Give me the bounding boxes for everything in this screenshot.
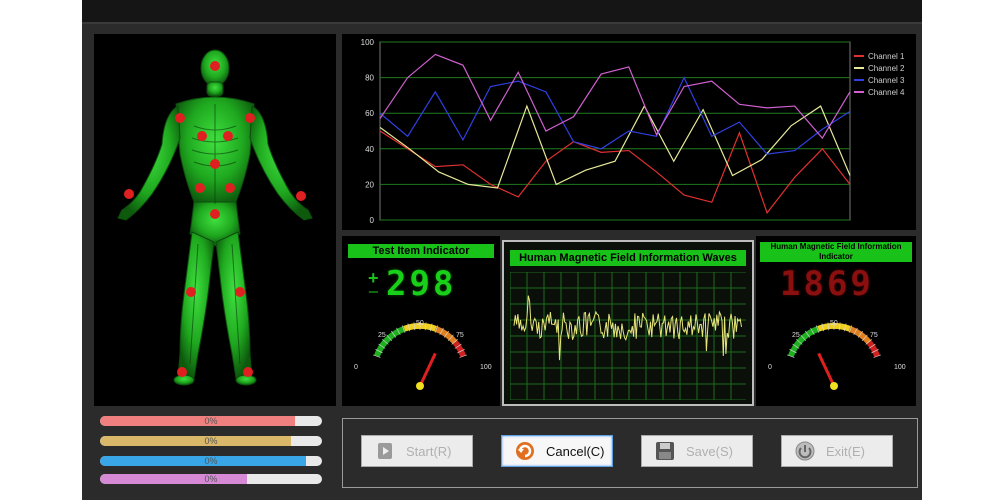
acupoint-marker [195, 183, 205, 193]
gauge-label-0: 0 [354, 364, 358, 371]
level-bar-label: 0% [204, 436, 218, 446]
acupoint-marker [245, 113, 255, 123]
gauge-label-25: 25 [792, 332, 800, 339]
test-item-indicator-panel: Test Item Indicator + − 298 0 25 50 75 1… [342, 236, 500, 406]
y-tick-label: 0 [370, 216, 375, 225]
y-tick-label: 100 [361, 38, 375, 47]
y-tick-label: 20 [365, 180, 374, 189]
acupoint-marker [197, 131, 207, 141]
gauge-label-25: 25 [378, 332, 386, 339]
action-button-bar: Start(R) Cancel(C) Save(S) Exit(E) [342, 418, 918, 488]
acupoint-marker [175, 113, 185, 123]
gauge-arc [866, 340, 881, 358]
minus-sign: − [368, 282, 379, 302]
gauge-pivot [830, 382, 838, 390]
gauge-label-0: 0 [768, 364, 772, 371]
magnetic-field-info-indicator-panel: Human Magnetic Field Information Indicat… [756, 236, 916, 406]
waveform-display [510, 272, 746, 400]
magnetic-field-waves-panel: Human Magnetic Field Information Waves [502, 240, 754, 406]
acupoint-marker [243, 367, 253, 377]
exit-button-label: Exit(E) [826, 443, 865, 459]
gauge-label-75: 75 [870, 332, 878, 339]
gauge-label-75: 75 [456, 332, 464, 339]
save-button-label: Save(S) [686, 443, 733, 459]
level-bar-label: 0% [204, 456, 218, 466]
cancel-icon [514, 440, 536, 462]
y-tick-label: 80 [365, 74, 374, 83]
exit-icon [794, 440, 816, 462]
gauge-needle [817, 352, 836, 387]
cancel-button-label: Cancel(C) [546, 443, 605, 459]
level-bars: 0% 0% 0% 0% [94, 410, 336, 490]
info-indicator-gauge [786, 322, 882, 390]
acupoint-marker [124, 189, 134, 199]
waves-title: Human Magnetic Field Information Waves [510, 250, 746, 266]
window-top-bar [82, 0, 922, 24]
acupoint-marker [223, 131, 233, 141]
plot-area [379, 41, 851, 221]
channel-line-chart-panel: 0 20 40 60 80 100 Channel 1 Channel 2 Channel 3 C… [342, 34, 916, 230]
y-tick-label: 40 [365, 145, 374, 154]
y-tick-label: 60 [365, 109, 374, 118]
acupoint-marker [210, 159, 220, 169]
gauge-label-50: 50 [830, 320, 838, 327]
level-bar-4[interactable]: 0% [100, 474, 322, 484]
gauge-pivot [416, 382, 424, 390]
level-bar-3[interactable]: 0% [100, 456, 322, 466]
save-icon [654, 440, 676, 462]
legend-label: Channel 2 [868, 64, 905, 73]
app-window: 0 20 40 60 80 100 Channel 1 Channel 2 Channel 3 C… [82, 0, 922, 500]
test-item-title: Test Item Indicator [348, 244, 494, 258]
wave-trace [513, 295, 742, 361]
start-button[interactable]: Start(R) [361, 435, 473, 467]
level-bar-label: 0% [204, 416, 218, 426]
cancel-button[interactable]: Cancel(C) [501, 435, 613, 467]
legend-label: Channel 4 [868, 88, 905, 97]
save-button[interactable]: Save(S) [641, 435, 753, 467]
level-bar-label: 0% [204, 474, 218, 484]
gauge-arc [452, 340, 467, 358]
legend-label: Channel 1 [868, 52, 905, 61]
acupoint-marker [186, 287, 196, 297]
legend-label: Channel 3 [868, 76, 905, 85]
acupoint-marker [210, 61, 220, 71]
info-indicator-title: Human Magnetic Field Information Indicat… [760, 242, 912, 262]
body-figure-panel [94, 34, 336, 406]
gauge-label-100: 100 [894, 364, 906, 371]
gauge-label-50: 50 [416, 320, 424, 327]
acupoint-marker [177, 367, 187, 377]
acupoint-marker [225, 183, 235, 193]
acupoint-marker [235, 287, 245, 297]
channel-line-chart: 0 20 40 60 80 100 Channel 1 Channel 2 Channel 3 C… [361, 38, 905, 225]
start-button-label: Start(R) [406, 443, 452, 459]
exit-button[interactable]: Exit(E) [781, 435, 893, 467]
gauge-label-100: 100 [480, 364, 492, 371]
human-body-figure [117, 49, 313, 386]
acupoint-marker [210, 209, 220, 219]
info-indicator-value: 1869 [780, 264, 874, 304]
level-bar-1[interactable]: 0% [100, 416, 322, 426]
test-item-gauge [372, 322, 468, 390]
acupoint-marker [296, 191, 306, 201]
test-item-value: 298 [386, 264, 457, 304]
level-bar-2[interactable]: 0% [100, 436, 322, 446]
start-icon [374, 440, 396, 462]
gauge-needle [418, 352, 437, 387]
